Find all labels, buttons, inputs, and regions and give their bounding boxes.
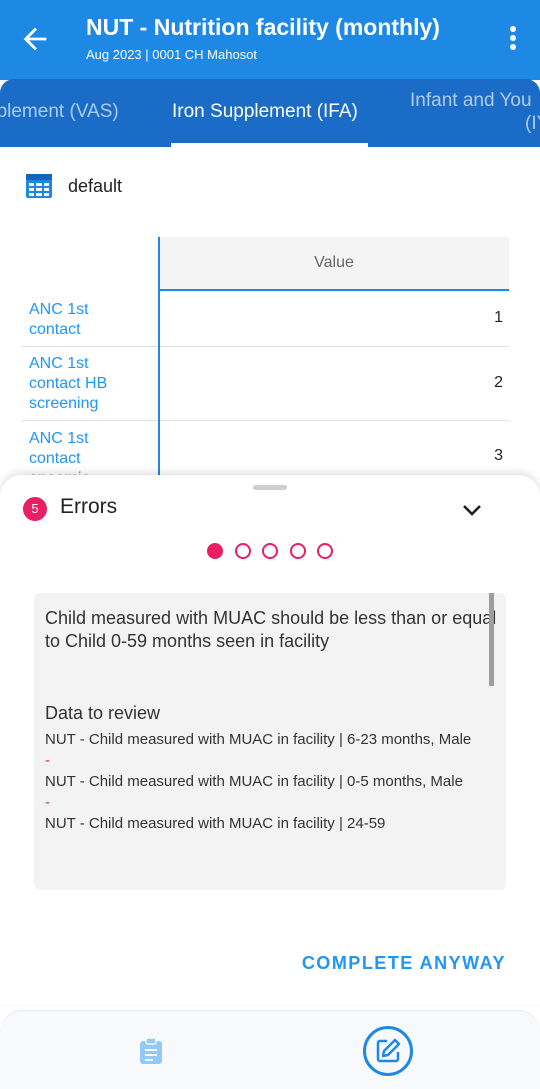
pager-dot[interactable] — [289, 543, 306, 559]
column-header: Value — [159, 237, 509, 291]
row-label: ANC 1st contact HB screening — [29, 355, 108, 412]
drag-handle[interactable] — [253, 485, 287, 490]
page-subtitle: Aug 2023 | 0001 CH Mahosot — [86, 47, 258, 62]
row-value[interactable]: 3 — [494, 447, 503, 465]
review-item: NUT - Child measured with MUAC in facili… — [45, 815, 386, 832]
tab-vitamin-a[interactable]: pplement (VAS) — [0, 101, 119, 147]
row-value[interactable]: 2 — [494, 374, 503, 392]
table-icon — [26, 174, 52, 198]
pager-dot[interactable] — [262, 543, 278, 559]
error-count-badge: 5 — [23, 497, 47, 521]
review-item: NUT - Child measured with MUAC in facili… — [45, 773, 463, 790]
section-header[interactable]: default — [24, 171, 122, 201]
error-message: Child measured with MUAC should be less … — [45, 608, 497, 651]
tab-infant-young[interactable]: Infant and You (IY — [410, 90, 540, 147]
chevron-down-icon[interactable] — [460, 501, 484, 519]
pager-dot[interactable] — [207, 543, 223, 559]
form-content: default Value ANC 1st contact 1 ANC 1st … — [0, 147, 540, 487]
scrollbar[interactable] — [489, 593, 494, 686]
review-title: Data to review — [45, 703, 161, 723]
clipboard-icon[interactable] — [136, 1036, 166, 1066]
bottom-navigation — [0, 1010, 540, 1089]
back-arrow-icon[interactable] — [18, 22, 52, 56]
review-list: NUT - Child measured with MUAC in facili… — [45, 730, 500, 834]
pager-dot[interactable] — [317, 543, 333, 559]
table-row: ANC 1st contact 1 — [22, 291, 509, 347]
pager-dot[interactable] — [234, 543, 251, 559]
section-tabs: pplement (VAS) Iron Supplement (IFA) Inf… — [0, 79, 540, 147]
more-options-icon[interactable] — [506, 26, 520, 54]
page-title: NUT - Nutrition facility (monthly) — [86, 14, 440, 40]
table-row: ANC 1st contact HB screening 2 — [22, 347, 509, 421]
app-bar: NUT - Nutrition facility (monthly) Aug 2… — [0, 0, 540, 80]
row-label: ANC 1st contact — [29, 301, 89, 338]
review-separator: - — [45, 794, 50, 811]
grid-divider — [158, 237, 160, 477]
edit-icon — [376, 1038, 401, 1063]
errors-title: Errors — [60, 495, 118, 518]
tab-iron-supplement[interactable]: Iron Supplement (IFA) — [172, 101, 358, 147]
review-separator: - — [45, 752, 50, 769]
tab-infant-young-line2: (IY — [525, 112, 540, 134]
review-item: NUT - Child measured with MUAC in facili… — [45, 731, 472, 748]
tab-infant-young-line1: Infant and You — [410, 90, 532, 111]
section-label: default — [68, 175, 123, 196]
errors-bottom-sheet: 5 Errors Child measured with MUAC should… — [0, 475, 540, 1005]
row-value[interactable]: 1 — [494, 309, 503, 327]
error-card: Child measured with MUAC should be less … — [34, 593, 506, 890]
complete-anyway-button[interactable]: COMPLETE ANYWAY — [302, 953, 506, 974]
error-pager — [207, 543, 345, 559]
edit-form-button[interactable] — [363, 1026, 413, 1076]
